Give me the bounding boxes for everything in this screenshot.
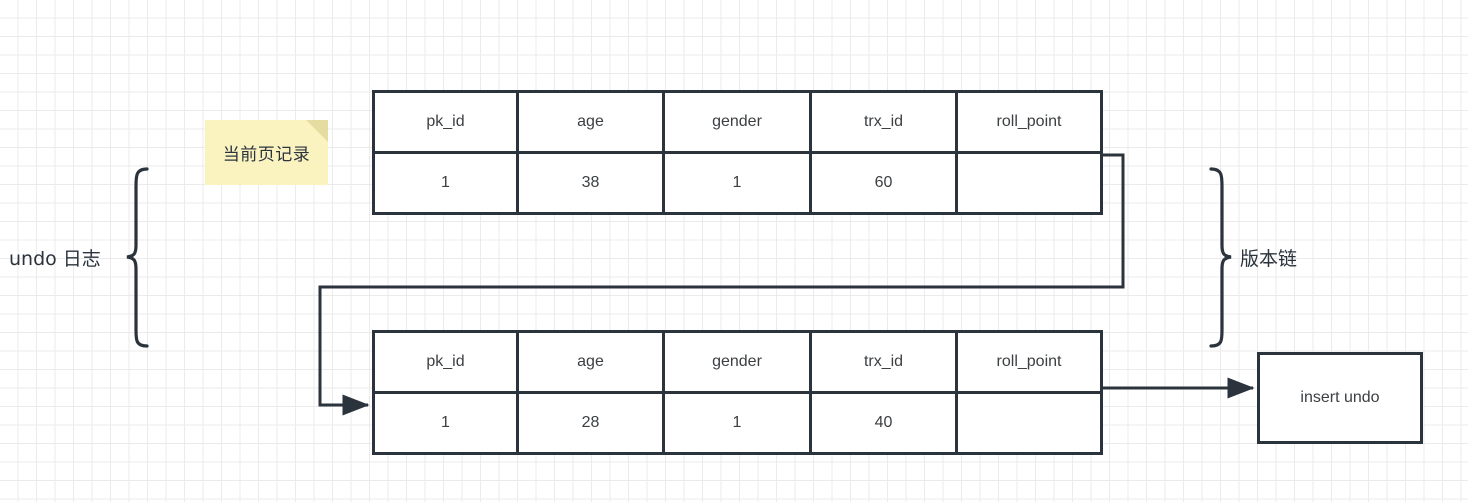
table-row: 1 38 1 60 bbox=[372, 151, 1103, 215]
insert-undo-box: insert undo bbox=[1257, 352, 1423, 444]
table-undo-record: pk_id age gender trx_id roll_point 1 28 … bbox=[372, 330, 1103, 455]
header-trx-id: trx_id bbox=[809, 330, 958, 394]
table-row-header: pk_id age gender trx_id roll_point bbox=[372, 330, 1103, 394]
cell-gender: 1 bbox=[662, 391, 812, 455]
header-age: age bbox=[516, 330, 665, 394]
header-trx-id: trx_id bbox=[809, 90, 958, 154]
label-version-chain: 版本链 bbox=[1240, 248, 1298, 270]
cell-age: 38 bbox=[516, 151, 665, 215]
cell-pk-id: 1 bbox=[372, 151, 519, 215]
sticky-note-current-page: 当前页记录 bbox=[205, 120, 328, 185]
left-brace bbox=[126, 167, 149, 348]
cell-roll-point bbox=[955, 151, 1103, 215]
cell-pk-id: 1 bbox=[372, 391, 519, 455]
label-undo-log: undo 日志 bbox=[9, 248, 101, 270]
cell-trx-id: 60 bbox=[809, 151, 958, 215]
diagram-canvas: 当前页记录 pk_id age gender trx_id roll_point… bbox=[0, 0, 1468, 502]
header-roll-point: roll_point bbox=[955, 330, 1103, 394]
header-gender: gender bbox=[662, 330, 812, 394]
header-gender: gender bbox=[662, 90, 812, 154]
table-row-header: pk_id age gender trx_id roll_point bbox=[372, 90, 1103, 154]
table-current-page-record: pk_id age gender trx_id roll_point 1 38 … bbox=[372, 90, 1103, 215]
sticky-note-fold-icon bbox=[306, 120, 328, 142]
right-brace bbox=[1209, 167, 1232, 348]
table-row: 1 28 1 40 bbox=[372, 391, 1103, 455]
header-pk-id: pk_id bbox=[372, 90, 519, 154]
cell-age: 28 bbox=[516, 391, 665, 455]
cell-roll-point bbox=[955, 391, 1103, 455]
insert-undo-label: insert undo bbox=[1300, 389, 1380, 406]
header-age: age bbox=[516, 90, 665, 154]
header-pk-id: pk_id bbox=[372, 330, 519, 394]
cell-gender: 1 bbox=[662, 151, 812, 215]
cell-trx-id: 40 bbox=[809, 391, 958, 455]
header-roll-point: roll_point bbox=[955, 90, 1103, 154]
